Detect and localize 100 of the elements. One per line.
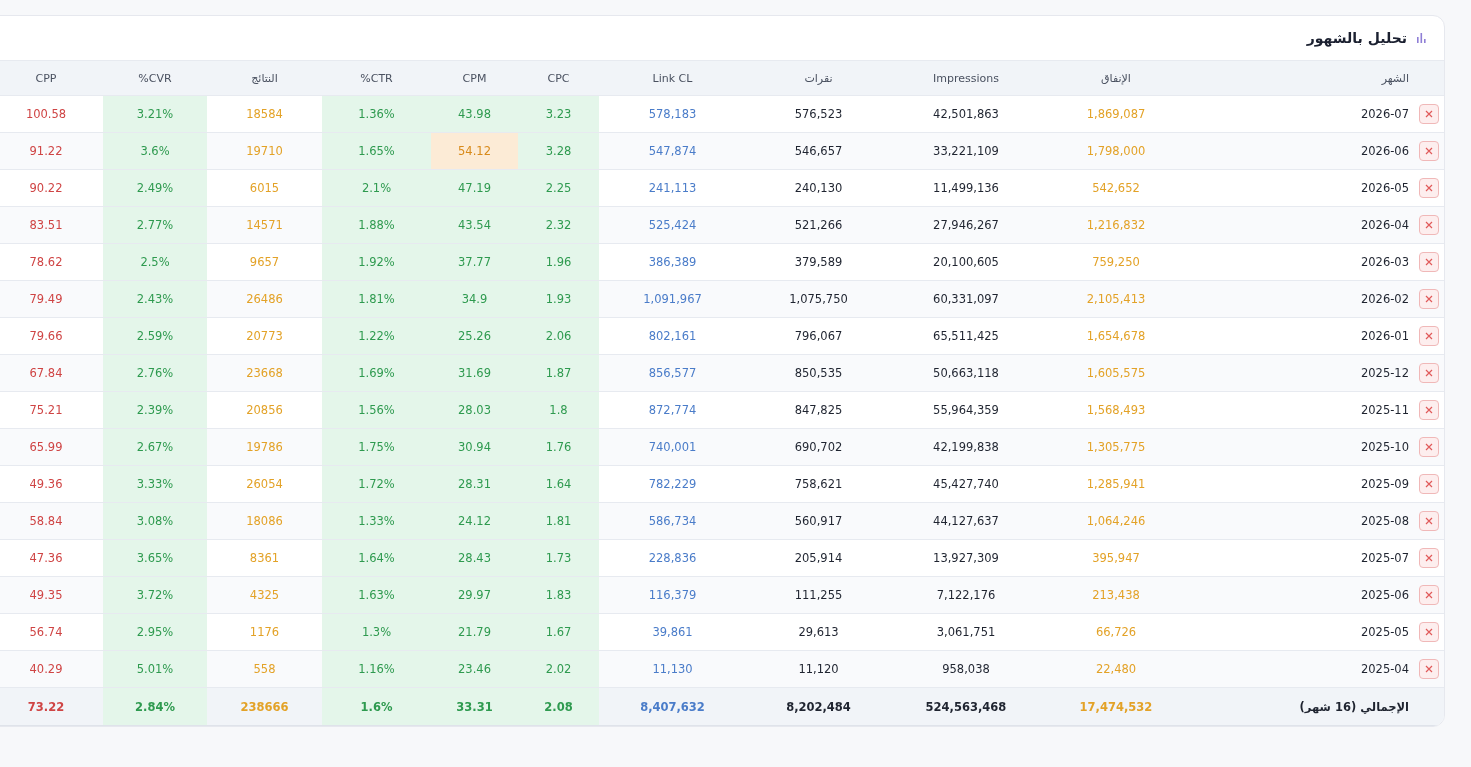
table-cell: 2.5% [103,244,207,280]
table-cell: 29.97 [431,577,518,613]
table-cell: 25.26 [431,318,518,354]
table-cell: 2.95% [103,614,207,650]
table-cell: 1.72% [322,466,431,502]
table-cell-text: 560,917 [793,513,844,530]
table-cell: 1.81 [518,503,599,539]
table-cell: 3.65% [103,540,207,576]
table-cell-text: 65.99 [28,439,64,456]
table-cell-text: 802,161 [647,328,698,345]
table-cell: 1.36% [322,96,431,132]
delete-button[interactable] [1419,585,1439,605]
table-cell-text: 56.74 [28,624,64,641]
total-cell: 33.31 [431,688,518,725]
table-cell-text: 20856 [245,402,284,419]
table-cell-text: 14571 [245,217,284,234]
table-cell: 2.02 [518,651,599,687]
table-cell-text: 2,105,413 [1085,291,1147,308]
table-cell: 31.69 [431,355,518,391]
table-cell: 2.59% [103,318,207,354]
column-header[interactable]: Link CL [599,61,746,95]
table-cell-text: 578,183 [647,106,698,123]
column-header[interactable]: CPM [431,61,518,95]
table-cell-text: 26054 [245,476,284,493]
close-icon [1425,369,1433,377]
delete-button[interactable] [1419,363,1439,383]
delete-button[interactable] [1419,511,1439,531]
close-icon [1425,221,1433,229]
column-header[interactable]: الإنفاق [1041,61,1191,95]
table-cell: 1.65% [322,133,431,169]
table-cell-text: 27,946,267 [932,217,1000,234]
table-cell: 1.8 [518,392,599,428]
table-cell-text: 1176 [248,624,281,641]
table-cell: 34.9 [431,281,518,317]
close-icon [1425,554,1433,562]
table-cell-text: 49.36 [28,476,64,493]
delete-button[interactable] [1419,252,1439,272]
table-cell: 1.16% [322,651,431,687]
table-cell: 1.76 [518,429,599,465]
delete-button[interactable] [1419,437,1439,457]
table-cell-text: 2026-04 [1359,217,1410,234]
total-cell: 2.84% [103,688,207,725]
table-cell: 2.77% [103,207,207,243]
table-cell: 3.08% [103,503,207,539]
table-cell-text: 19786 [245,439,284,456]
column-header[interactable]: النتائج [207,61,322,95]
table-cell-text: 20773 [245,328,284,345]
close-icon [1425,295,1433,303]
table-cell: 1.64% [322,540,431,576]
delete-button[interactable] [1419,474,1439,494]
table-cell: 3.21% [103,96,207,132]
delete-button[interactable] [1419,659,1439,679]
column-header[interactable]: CPP [0,61,103,95]
table-cell-text: 1,285,941 [1085,476,1147,493]
table-cell-text: 2025-09 [1359,476,1410,493]
table-cell-text: 547,874 [647,143,698,160]
delete-button[interactable] [1419,141,1439,161]
table-cell-text: 18086 [245,513,284,530]
delete-button[interactable] [1419,326,1439,346]
table-cell-text: 22,480 [1094,661,1138,678]
table-cell: 37.77 [431,244,518,280]
table-cell-text: 116,379 [647,587,698,604]
table-cell: 54.12 [431,133,518,169]
table-cell-text: 79.49 [28,291,64,308]
delete-button[interactable] [1419,289,1439,309]
table-cell-text: 856,577 [647,365,698,382]
delete-button[interactable] [1419,548,1439,568]
table-cell-text: 1,091,967 [642,291,703,308]
column-header[interactable]: CPC [518,61,599,95]
column-header[interactable]: %CTR [322,61,431,95]
table-cell-text: 3,061,751 [935,624,997,641]
total-cell-text: 73.22 [26,698,66,716]
table-cell-text: 2025-06 [1359,587,1410,604]
total-cell-text: 238666 [239,698,290,716]
delete-button[interactable] [1419,215,1439,235]
table-cell: 1.73 [518,540,599,576]
close-icon [1425,628,1433,636]
table-cell: 5.01% [103,651,207,687]
column-header[interactable]: الشهر [1191,61,1413,95]
table-cell-text: 521,266 [793,217,844,234]
delete-button[interactable] [1419,622,1439,642]
delete-button[interactable] [1419,104,1439,124]
table-cell-text: 228,836 [647,550,698,567]
delete-button[interactable] [1419,178,1439,198]
table-cell-text: 50,663,118 [932,365,1000,382]
table-cell: 43.98 [431,96,518,132]
close-icon [1425,332,1433,340]
table-cell: 1.88% [322,207,431,243]
table-cell-text: 2025-08 [1359,513,1410,530]
table-cell-text: 379,589 [793,254,844,271]
table-cell-text: 759,250 [1091,254,1141,271]
column-header[interactable]: نقرات [746,61,891,95]
column-header[interactable]: Impressions [891,61,1041,95]
delete-button[interactable] [1419,400,1439,420]
bar-chart-icon [1417,33,1426,43]
table-cell-text: 2026-03 [1359,254,1410,271]
column-header[interactable]: %CVR [103,61,207,95]
table-cell-text: 90.22 [28,180,64,197]
table-cell: 47.19 [431,170,518,206]
table-cell: 1.67 [518,614,599,650]
